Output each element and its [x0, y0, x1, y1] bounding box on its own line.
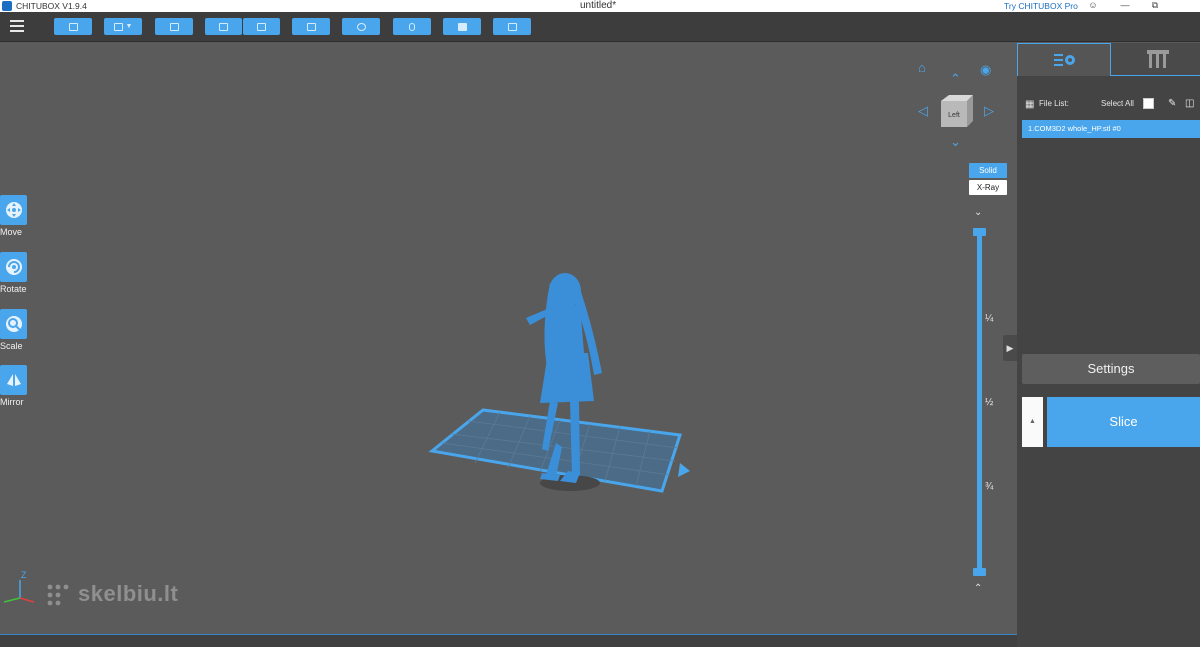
watermark-logo-icon: [47, 584, 69, 606]
title-bar: CHITUBOX V1.9.4 untitled* Try CHITUBOX P…: [0, 0, 1200, 12]
user-icon[interactable]: ☺: [1086, 0, 1100, 12]
layer-slider-track[interactable]: [977, 232, 982, 572]
3d-viewport[interactable]: Move Rotate Scale Mirror ⌂ ⌃ ◉ ◁ ▷ ⌄ Lef…: [0, 43, 1017, 635]
rotate-label: Rotate: [0, 284, 27, 294]
try-pro-link[interactable]: Try CHITUBOX Pro: [1004, 1, 1078, 11]
layer-slider-top-handle[interactable]: [973, 228, 986, 236]
3d-scene[interactable]: [380, 213, 720, 533]
watermark-text: skelbiu.lt: [78, 581, 179, 606]
select-all-label: Select All: [1101, 99, 1134, 108]
file-list-label: File List:: [1039, 99, 1069, 108]
status-bar: [0, 634, 1017, 647]
restore-icon[interactable]: ⧉: [1148, 0, 1162, 12]
scale-tool[interactable]: Scale: [0, 309, 30, 351]
move-icon: [5, 202, 22, 218]
slider-mark-three-quarter: ¾: [985, 481, 994, 492]
slider-down-chevron-icon[interactable]: ⌄: [974, 207, 982, 218]
axis-indicator: Z: [3, 570, 35, 603]
tab-file-settings[interactable]: [1017, 43, 1111, 76]
collapse-panel-icon[interactable]: ▶: [1003, 335, 1017, 361]
open-file-button[interactable]: [54, 18, 92, 35]
tab-supports[interactable]: [1111, 43, 1200, 76]
rotate-tool[interactable]: Rotate: [0, 252, 30, 294]
mirror-tool[interactable]: Mirror: [0, 365, 30, 407]
solid-mode-button[interactable]: Solid: [969, 163, 1007, 178]
app-window: CHITUBOX V1.9.4 untitled* Try CHITUBOX P…: [0, 0, 1200, 647]
toolbar: ▼: [0, 12, 1200, 42]
slider-mark-quarter: ¼: [985, 313, 994, 324]
document-title: untitled*: [580, 0, 617, 11]
rotate-left-icon[interactable]: ◁: [918, 104, 928, 117]
layout-button[interactable]: [155, 18, 193, 35]
scale-icon: [5, 316, 22, 332]
view-cube-face-label: Left: [948, 112, 960, 119]
slider-up-chevron-icon[interactable]: ⌃: [974, 583, 982, 594]
slider-mark-half: ½: [985, 397, 994, 408]
hollow-button[interactable]: [393, 18, 431, 35]
settings-button[interactable]: Settings: [1022, 354, 1200, 384]
duplicate-button[interactable]: [292, 18, 330, 35]
hamburger-menu-icon[interactable]: [10, 20, 24, 32]
slice-options-toggle[interactable]: ▲: [1022, 397, 1043, 447]
save-dropdown-button[interactable]: ▼: [104, 18, 142, 35]
app-title: CHITUBOX V1.9.4: [16, 1, 87, 11]
move-tool[interactable]: Move: [0, 195, 30, 237]
eye-icon[interactable]: ◉: [980, 63, 991, 76]
app-logo-icon: [2, 1, 12, 11]
select-all-checkbox[interactable]: [1143, 98, 1154, 109]
import-button[interactable]: [205, 18, 242, 35]
rotate-down-icon[interactable]: ⌄: [950, 135, 961, 148]
scale-label: Scale: [0, 341, 23, 351]
mirror-label: Mirror: [0, 397, 24, 407]
file-list-item[interactable]: 1.COM3D2 whole_HP.stl #0: [1022, 120, 1200, 138]
move-label: Move: [0, 227, 23, 237]
rotate-icon: [5, 259, 22, 275]
rotate-right-icon[interactable]: ▷: [984, 104, 994, 117]
xray-mode-button[interactable]: X-Ray: [969, 180, 1007, 195]
rotate-up-icon[interactable]: ⌃: [950, 72, 961, 85]
list-settings-icon: [1054, 54, 1075, 66]
supports-table-icon: [1147, 50, 1169, 68]
add-feature-button[interactable]: [493, 18, 531, 35]
minimize-icon[interactable]: —: [1118, 0, 1132, 12]
mirror-icon: [6, 374, 21, 386]
axis-z-label: Z: [21, 570, 27, 580]
view-cube[interactable]: Left: [937, 93, 975, 129]
trash-icon[interactable]: ◫: [1185, 98, 1196, 109]
supports-button[interactable]: [342, 18, 380, 35]
triangle-up-icon: ▲: [1029, 418, 1036, 425]
export-button[interactable]: [243, 18, 280, 35]
dig-hole-button[interactable]: [443, 18, 481, 35]
file-list-icon: ▦: [1025, 99, 1035, 110]
layer-slider-bottom-handle[interactable]: [973, 568, 986, 576]
home-icon[interactable]: ⌂: [918, 61, 926, 74]
slice-button[interactable]: Slice: [1047, 397, 1200, 447]
edit-icon[interactable]: ✎: [1168, 98, 1179, 109]
right-panel: ▦ File List: Select All ✎ ◫ 1.COM3D2 who…: [1003, 43, 1200, 647]
